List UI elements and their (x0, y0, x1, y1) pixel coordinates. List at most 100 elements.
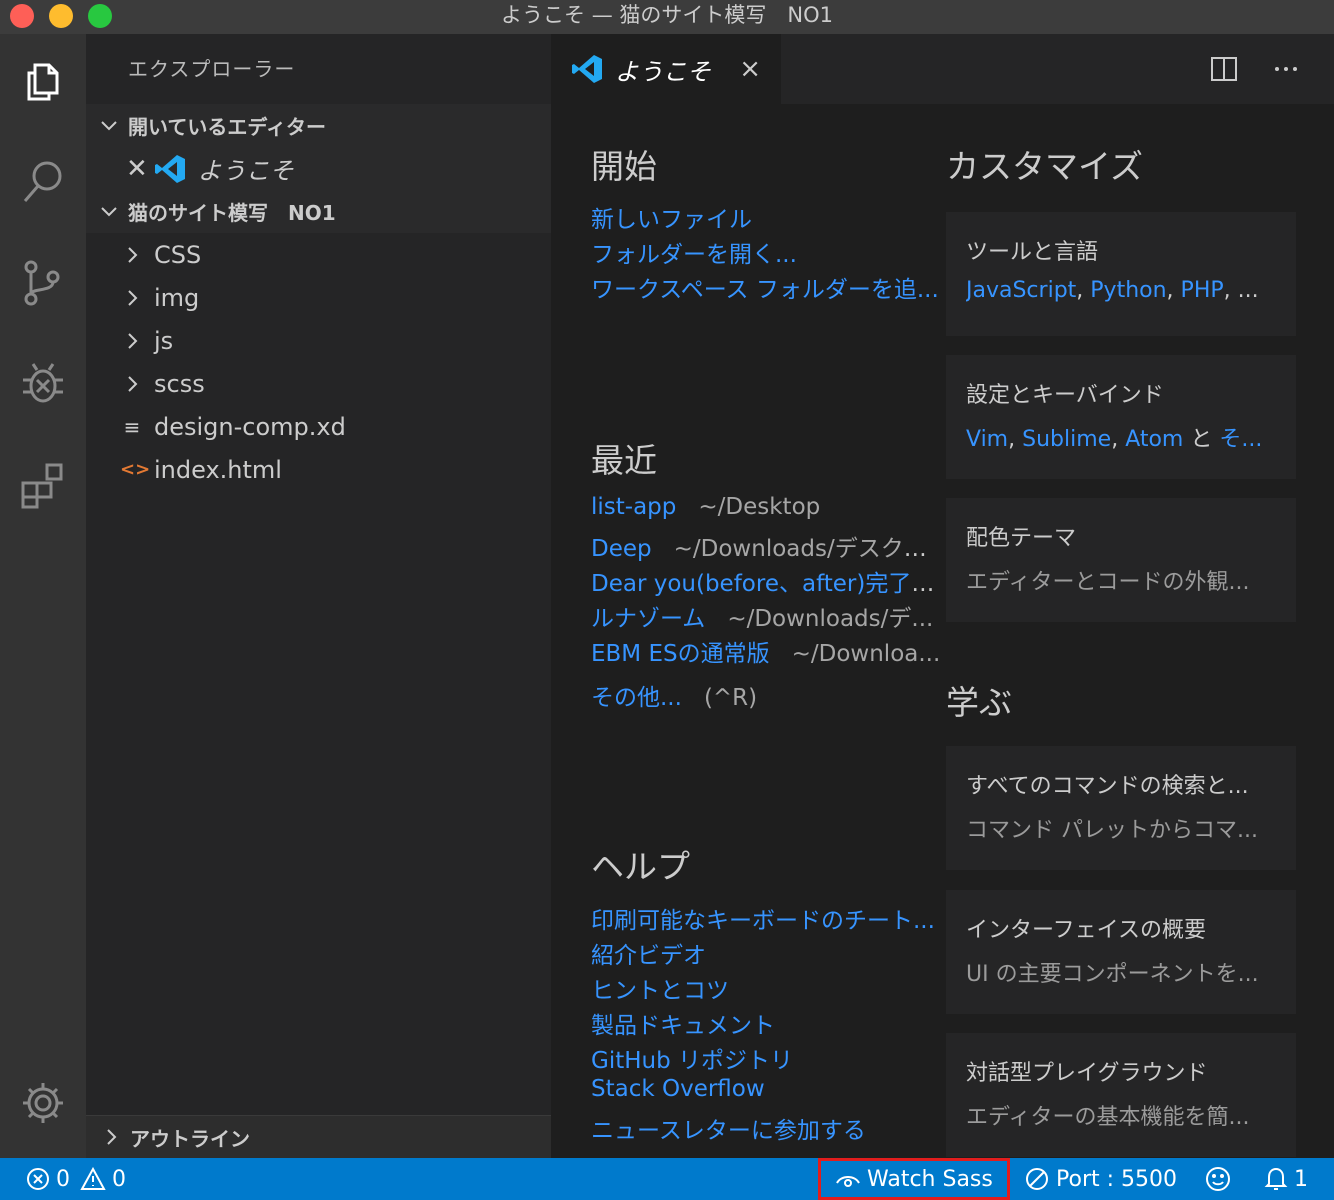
error-icon (27, 1168, 49, 1190)
recent-item-path: ~/Downloads/デ... (727, 606, 934, 632)
recent-more-shortcut: (^R) (703, 685, 758, 711)
open-editors-section[interactable]: 開いているエディター (86, 104, 551, 147)
search-icon[interactable] (0, 137, 86, 227)
github-repo-link[interactable]: GitHub リポジトリ (591, 1041, 793, 1075)
tab-close-icon[interactable]: × (739, 54, 761, 84)
card-tail: , ... (1223, 278, 1259, 303)
live-server-port-button[interactable]: Port : 5500 (1024, 1158, 1177, 1200)
html-file-icon: <> (120, 459, 151, 480)
status-bar: 0 0 Watch Sass Port : 5500 1 (0, 1158, 1334, 1200)
recent-item-name: EBM ESの通常版 (591, 641, 770, 667)
tree-file-design-comp[interactable]: ≡ design-comp.xd (86, 405, 551, 448)
chevron-right-icon (128, 375, 138, 392)
recent-item-name: ルナゾーム (591, 606, 706, 632)
feedback-smiley-icon[interactable] (1204, 1158, 1238, 1200)
open-editor-item[interactable]: ✕ ようこそ (86, 147, 551, 190)
title-bar: ようこそ — 猫のサイト模写 NO1 (0, 0, 1334, 34)
recent-item[interactable]: list-app ~/Desktop (591, 494, 820, 520)
eye-icon (836, 1176, 860, 1187)
file-label: design-comp.xd (154, 412, 346, 441)
color-theme-card[interactable]: 配色テーマ エディターとコードの外観... (946, 498, 1296, 622)
vscode-logo-icon (572, 55, 602, 83)
port-label: Port : 5500 (1056, 1166, 1177, 1192)
tips-and-tricks-link[interactable]: ヒントとコツ (591, 971, 729, 1005)
extensions-icon[interactable] (0, 440, 86, 530)
new-file-link[interactable]: 新しいファイル (591, 200, 752, 234)
recent-item-path: ~/Downloa... (791, 641, 941, 667)
split-editor-icon[interactable] (1207, 52, 1241, 86)
outline-label: アウトライン (130, 1126, 250, 1151)
tree-folder-css[interactable]: CSS (86, 233, 551, 276)
card-title: ツールと言語 (966, 240, 1099, 265)
open-folder-link[interactable]: フォルダーを開く... (591, 235, 797, 269)
tools-languages-card[interactable]: ツールと言語 JavaScript, Python, PHP, ... (946, 212, 1296, 336)
product-docs-link[interactable]: 製品ドキュメント (591, 1006, 775, 1040)
folder-label: scss (154, 369, 205, 398)
workspace-section[interactable]: 猫のサイト模写 NO1 (86, 190, 551, 233)
notifications-button[interactable]: 1 (1264, 1158, 1308, 1200)
welcome-page: 開始 新しいファイル フォルダーを開く... ワークスペース フォルダーを追..… (551, 104, 1334, 1158)
card-title: 対話型プレイグラウンド (966, 1061, 1208, 1086)
recent-item[interactable]: ルナゾーム ~/Downloads/デ... (591, 599, 933, 633)
sublime-link[interactable]: Sublime (1022, 427, 1111, 452)
card-links: JavaScript, Python, PHP, ... (966, 278, 1259, 303)
close-icon[interactable]: ✕ (126, 154, 148, 184)
recent-more-link[interactable]: その他... (591, 685, 682, 711)
debug-icon[interactable] (0, 339, 86, 429)
window-title: ようこそ — 猫のサイト模写 NO1 (501, 3, 833, 27)
vim-link[interactable]: Vim (966, 427, 1008, 452)
others-link[interactable]: そ... (1219, 427, 1262, 452)
card-subtitle: コマンド パレットからコマ... (966, 818, 1258, 843)
card-links: Vim, Sublime, Atom と そ... (966, 427, 1263, 452)
workspace-label: 猫のサイト模写 NO1 (128, 201, 336, 225)
recent-item[interactable]: Dear you(before、after)完了... (591, 564, 941, 598)
stack-overflow-link[interactable]: Stack Overflow (591, 1076, 765, 1102)
interactive-playground-card[interactable]: 対話型プレイグラウンド エディターの基本機能を簡... (946, 1033, 1296, 1157)
tab-welcome[interactable]: ようこそ × (551, 34, 781, 104)
chevron-right-icon (128, 332, 138, 349)
add-workspace-folder-link[interactable]: ワークスペース フォルダーを追... (591, 270, 939, 304)
manage-gear-icon[interactable] (0, 1058, 86, 1148)
watch-sass-label: Watch Sass (867, 1166, 993, 1192)
recent-more[interactable]: その他... (^R) (591, 678, 757, 712)
vscode-logo-icon (154, 154, 185, 183)
tree-file-index-html[interactable]: <> index.html (86, 448, 551, 491)
interface-overview-card[interactable]: インターフェイスの概要 UI の主要コンポーネントを... (946, 890, 1296, 1014)
tree-folder-scss[interactable]: scss (86, 362, 551, 405)
warning-icon (80, 1167, 106, 1190)
bell-icon (1264, 1167, 1288, 1190)
outline-section[interactable]: アウトライン (86, 1115, 551, 1158)
card-subtitle: エディターの基本機能を簡... (966, 1105, 1250, 1130)
find-commands-card[interactable]: すべてのコマンドの検索と... コマンド パレットからコマ... (946, 746, 1296, 870)
problems-indicator[interactable]: 0 0 (26, 1158, 126, 1200)
more-actions-icon[interactable] (1269, 52, 1303, 86)
source-control-icon[interactable] (0, 238, 86, 328)
keyboard-cheatsheet-link[interactable]: 印刷可能なキーボードのチート... (591, 901, 935, 935)
explorer-icon[interactable] (0, 36, 86, 126)
card-subtitle: UI の主要コンポーネントを... (966, 962, 1259, 987)
recent-heading: 最近 (591, 441, 657, 480)
intro-videos-link[interactable]: 紹介ビデオ (591, 936, 706, 970)
recent-item-name: list-app (591, 494, 677, 520)
tree-folder-img[interactable]: img (86, 276, 551, 319)
start-heading: 開始 (591, 147, 657, 186)
php-link[interactable]: PHP (1181, 278, 1224, 303)
settings-keybindings-card[interactable]: 設定とキーバインド Vim, Sublime, Atom と そ... (946, 355, 1296, 479)
tree-folder-js[interactable]: js (86, 319, 551, 362)
card-title: すべてのコマンドの検索と... (966, 774, 1249, 799)
python-link[interactable]: Python (1090, 278, 1166, 303)
open-editor-label: ようこそ (197, 157, 294, 185)
newsletter-link[interactable]: ニュースレターに参加する (591, 1111, 866, 1145)
customize-heading: カスタマイズ (946, 147, 1144, 186)
folder-label: CSS (154, 240, 202, 269)
editor-scrollbar[interactable] (1320, 104, 1334, 1158)
watch-sass-button[interactable]: Watch Sass (818, 1158, 1010, 1200)
recent-item[interactable]: EBM ESの通常版 ~/Downloa... (591, 634, 940, 668)
card-title: 設定とキーバインド (966, 383, 1164, 408)
recent-item[interactable]: Deep ~/Downloads/デスクト... (591, 529, 941, 563)
no-entry-icon (1026, 1168, 1048, 1190)
atom-link[interactable]: Atom (1125, 427, 1183, 452)
javascript-link[interactable]: JavaScript (966, 278, 1076, 303)
chevron-right-icon (128, 246, 138, 263)
recent-item-name: Deep (591, 536, 652, 562)
